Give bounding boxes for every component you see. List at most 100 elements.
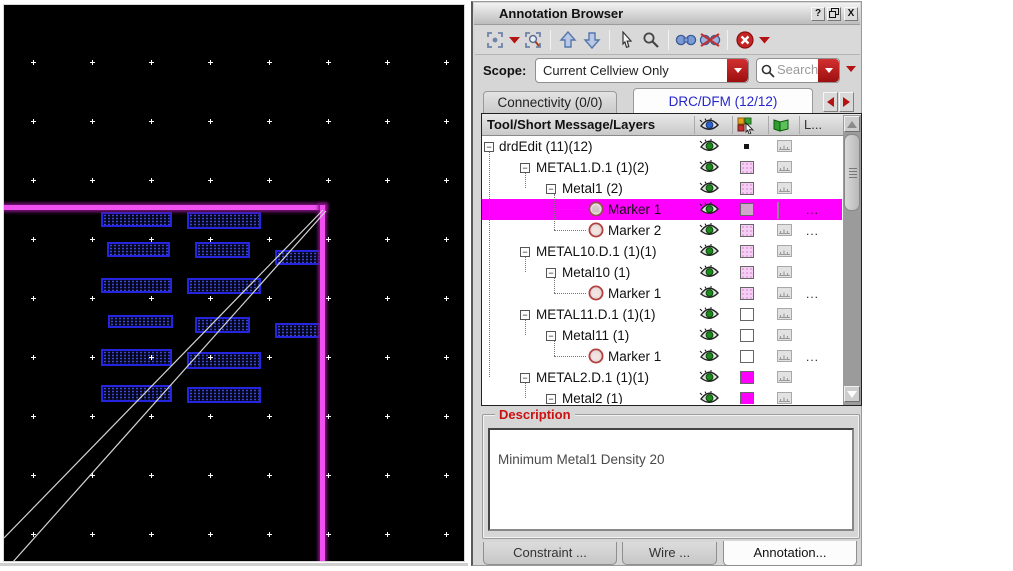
visibility-eye-icon[interactable] <box>699 202 720 219</box>
visibility-eye-icon[interactable] <box>699 265 720 282</box>
visibility-eye-icon[interactable] <box>699 307 720 324</box>
scroll-up-icon[interactable] <box>844 116 860 132</box>
tree-row-group[interactable]: −Metal10 (1) <box>482 262 842 283</box>
tab-drc-dfm[interactable]: DRC/DFM (12/12) <box>633 88 813 114</box>
layer-swatch[interactable] <box>740 203 754 216</box>
tree-row-group[interactable]: −METAL10.D.1 (1)(1) <box>482 241 842 262</box>
meter-icon[interactable] <box>777 203 779 218</box>
meter-icon[interactable] <box>777 287 792 302</box>
visibility-eye-icon[interactable] <box>699 223 720 240</box>
search-dropdown-button[interactable] <box>818 59 839 82</box>
expander-icon[interactable]: − <box>546 331 556 341</box>
close-icon[interactable]: X <box>844 7 858 21</box>
float-window-icon[interactable] <box>827 7 841 21</box>
layer-swatch[interactable] <box>740 266 754 279</box>
tree-row-group[interactable]: −METAL11.D.1 (1)(1) <box>482 304 842 325</box>
tree-row-group[interactable]: −Metal1 (2) <box>482 178 842 199</box>
tree-row-marker[interactable]: Marker 1... <box>482 199 842 220</box>
search-input[interactable] <box>777 62 821 77</box>
previous-marker-button[interactable] <box>556 28 580 52</box>
tree-row-group[interactable]: −Metal2 (1) <box>482 388 842 404</box>
select-pointer-button[interactable] <box>615 28 639 52</box>
layer-swatch[interactable] <box>740 329 754 342</box>
bottom-tab-constraint[interactable]: Constraint ... <box>483 542 617 565</box>
layer-swatch[interactable] <box>740 350 754 363</box>
visibility-eye-icon[interactable] <box>699 244 720 261</box>
layer-swatch[interactable] <box>740 182 754 195</box>
description-textarea[interactable]: Minimum Metal1 Density 20 <box>488 428 854 531</box>
search-box[interactable] <box>756 58 840 83</box>
tree-row-group[interactable]: −METAL2.D.1 (1)(1) <box>482 367 842 388</box>
visibility-eye-icon[interactable] <box>699 160 720 177</box>
clear-find-button[interactable] <box>698 28 722 52</box>
meter-icon[interactable] <box>777 392 792 404</box>
more-options-button[interactable]: ... <box>806 203 819 217</box>
more-options-button[interactable]: ... <box>806 224 819 238</box>
tree-scrollbar[interactable] <box>843 115 861 405</box>
visibility-eye-icon[interactable] <box>699 181 720 198</box>
zoom-fit-dropdown[interactable] <box>507 28 521 52</box>
layer-swatch[interactable] <box>740 245 754 258</box>
tree-row-group[interactable]: −drdEdit (11)(12) <box>482 136 842 157</box>
visibility-eye-icon[interactable] <box>699 286 720 303</box>
expander-icon[interactable]: − <box>520 373 530 383</box>
tree-row-group[interactable]: −Metal11 (1) <box>482 325 842 346</box>
layer-swatch[interactable] <box>744 144 749 149</box>
inspect-button[interactable] <box>639 28 663 52</box>
visibility-eye-icon[interactable] <box>699 391 720 404</box>
scope-dropdown-button[interactable] <box>727 59 748 82</box>
tab-connectivity[interactable]: Connectivity (0/0) <box>483 91 617 114</box>
meter-icon[interactable] <box>777 245 792 260</box>
visibility-eye-icon[interactable] <box>699 349 720 366</box>
zoom-to-fit-button[interactable] <box>483 28 507 52</box>
expander-icon[interactable]: − <box>546 394 556 404</box>
tree-row-marker[interactable]: Marker 2... <box>482 220 842 241</box>
help-button[interactable]: ? <box>811 7 825 21</box>
tab-scroll-left-icon[interactable] <box>823 92 838 112</box>
meter-icon[interactable] <box>777 182 792 197</box>
expander-icon[interactable]: − <box>520 163 530 173</box>
layer-swatch[interactable] <box>740 224 754 237</box>
tree-row-group[interactable]: −METAL1.D.1 (1)(2) <box>482 157 842 178</box>
panel-titlebar[interactable]: Annotation Browser ? X <box>474 3 860 25</box>
layer-swatch[interactable] <box>740 287 754 300</box>
zoom-to-selected-button[interactable] <box>521 28 545 52</box>
visibility-eye-icon[interactable] <box>699 328 720 345</box>
meter-icon[interactable] <box>777 140 792 155</box>
more-options-button[interactable]: ... <box>806 350 819 364</box>
meter-icon[interactable] <box>777 161 792 176</box>
tab-scroll-right-icon[interactable] <box>839 92 854 112</box>
more-options-button[interactable]: ... <box>806 287 819 301</box>
scrollbar-thumb[interactable] <box>844 134 860 211</box>
layer-swatch[interactable] <box>740 392 754 404</box>
meter-icon[interactable] <box>777 329 792 344</box>
layer-swatch[interactable] <box>740 161 754 174</box>
layout-canvas[interactable] <box>3 4 465 562</box>
grid-dot <box>31 237 36 242</box>
layer-swatch[interactable] <box>740 371 754 384</box>
tree-row-marker[interactable]: Marker 1... <box>482 346 842 367</box>
meter-icon[interactable] <box>777 224 792 239</box>
scroll-down-icon[interactable] <box>844 386 860 402</box>
find-button[interactable] <box>674 28 698 52</box>
search-options-dropdown-icon[interactable] <box>846 66 856 72</box>
expander-icon[interactable]: − <box>520 247 530 257</box>
tree-row-marker[interactable]: Marker 1... <box>482 283 842 304</box>
scope-combobox[interactable]: Current Cellview Only <box>535 58 749 83</box>
meter-icon[interactable] <box>777 266 792 281</box>
delete-dropdown[interactable] <box>757 28 771 52</box>
expander-icon[interactable]: − <box>520 310 530 320</box>
meter-icon[interactable] <box>777 371 792 386</box>
bottom-tab-wire[interactable]: Wire ... <box>622 542 717 565</box>
expander-icon[interactable]: − <box>546 184 556 194</box>
meter-icon[interactable] <box>777 350 792 365</box>
expander-icon[interactable]: − <box>546 268 556 278</box>
expander-icon[interactable]: − <box>484 142 494 152</box>
visibility-eye-icon[interactable] <box>699 139 720 156</box>
layer-swatch[interactable] <box>740 308 754 321</box>
delete-markers-button[interactable] <box>733 28 757 52</box>
bottom-tab-annotation[interactable]: Annotation... <box>723 541 857 566</box>
meter-icon[interactable] <box>777 308 792 323</box>
visibility-eye-icon[interactable] <box>699 370 720 387</box>
next-marker-button[interactable] <box>580 28 604 52</box>
